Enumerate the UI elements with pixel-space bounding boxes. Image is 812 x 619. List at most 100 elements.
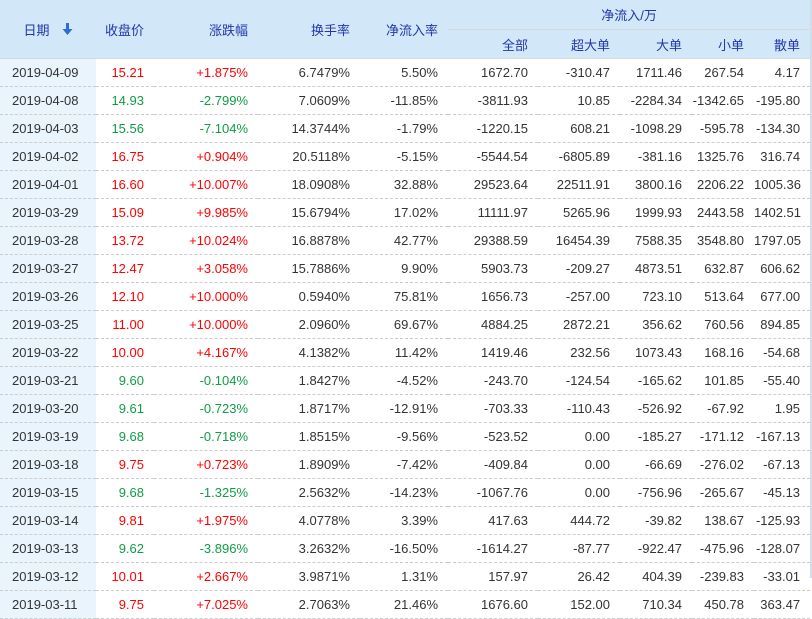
cell-turnover-rate: 15.6794% [258, 199, 360, 227]
table-row: 2019-04-03 15.56 -7.104% 14.3744% -1.79%… [0, 115, 810, 143]
cell-net-inflow-small: -595.78 [692, 115, 754, 143]
cell-date: 2019-03-12 [0, 563, 96, 591]
cell-net-inflow-large: 723.10 [620, 283, 692, 311]
cell-date: 2019-03-19 [0, 423, 96, 451]
cell-close-price: 16.75 [96, 143, 154, 171]
cell-net-inflow-large: 1999.93 [620, 199, 692, 227]
cell-net-inflow-large: -39.82 [620, 507, 692, 535]
cell-close-price: 10.01 [96, 563, 154, 591]
cell-net-inflow-all: 5903.73 [448, 255, 538, 283]
cell-net-inflow-rate: -9.56% [360, 423, 448, 451]
cell-close-price: 9.61 [96, 395, 154, 423]
cell-close-price: 9.75 [96, 591, 154, 619]
cell-net-inflow-super-large: 22511.91 [538, 171, 620, 199]
cell-net-inflow-retail: 606.62 [754, 255, 810, 283]
cell-net-inflow-retail: 4.17 [754, 59, 810, 87]
cell-net-inflow-large: -185.27 [620, 423, 692, 451]
cell-net-inflow-small: 632.87 [692, 255, 754, 283]
cell-net-inflow-small: 450.78 [692, 591, 754, 619]
cell-close-price: 11.00 [96, 311, 154, 339]
cell-net-inflow-rate: 3.39% [360, 507, 448, 535]
cell-net-inflow-all: -3811.93 [448, 87, 538, 115]
cell-net-inflow-retail: -125.93 [754, 507, 810, 535]
cell-net-inflow-small: 168.16 [692, 339, 754, 367]
cell-net-inflow-large: -2284.34 [620, 87, 692, 115]
cell-net-inflow-super-large: 16454.39 [538, 227, 620, 255]
cell-change-percent: +7.025% [154, 591, 258, 619]
cell-net-inflow-all: 11111.97 [448, 199, 538, 227]
cell-date: 2019-04-01 [0, 171, 96, 199]
cell-net-inflow-small: -239.83 [692, 563, 754, 591]
cell-date: 2019-03-11 [0, 591, 96, 619]
table-header: 日期 收盘价 涨跌幅 换手率 净流入率 净流入/万 全部 超大单 [0, 0, 810, 59]
column-header-large[interactable]: 大单 [620, 30, 692, 59]
cell-change-percent: -7.104% [154, 115, 258, 143]
cell-net-inflow-retail: -195.80 [754, 87, 810, 115]
cell-date: 2019-03-15 [0, 479, 96, 507]
cell-net-inflow-small: -1342.65 [692, 87, 754, 115]
cell-close-price: 9.68 [96, 479, 154, 507]
cell-turnover-rate: 1.8515% [258, 423, 360, 451]
cell-net-inflow-super-large: 608.21 [538, 115, 620, 143]
cell-turnover-rate: 7.0609% [258, 87, 360, 115]
cell-net-inflow-large: -756.96 [620, 479, 692, 507]
cell-net-inflow-super-large: 0.00 [538, 451, 620, 479]
cell-net-inflow-rate: 9.90% [360, 255, 448, 283]
cell-date: 2019-03-21 [0, 367, 96, 395]
cell-net-inflow-all: 4884.25 [448, 311, 538, 339]
cell-net-inflow-super-large: 26.42 [538, 563, 620, 591]
cell-net-inflow-rate: -11.85% [360, 87, 448, 115]
column-header-super-large[interactable]: 超大单 [538, 30, 620, 59]
cell-date: 2019-03-28 [0, 227, 96, 255]
cell-net-inflow-retail: 316.74 [754, 143, 810, 171]
cell-change-percent: -0.723% [154, 395, 258, 423]
cell-change-percent: +10.024% [154, 227, 258, 255]
cell-net-inflow-rate: 5.50% [360, 59, 448, 87]
cell-change-percent: +0.904% [154, 143, 258, 171]
column-header-retail[interactable]: 散单 [754, 30, 810, 59]
cell-net-inflow-super-large: -257.00 [538, 283, 620, 311]
cell-date: 2019-04-02 [0, 143, 96, 171]
table-row: 2019-03-25 11.00 +10.000% 2.0960% 69.67%… [0, 311, 810, 339]
cell-close-price: 9.62 [96, 535, 154, 563]
column-header-turnover[interactable]: 换手率 [258, 0, 360, 59]
column-header-date[interactable]: 日期 [0, 0, 96, 59]
cell-turnover-rate: 2.7063% [258, 591, 360, 619]
column-header-small[interactable]: 小单 [692, 30, 754, 59]
cell-net-inflow-all: 29388.59 [448, 227, 538, 255]
cell-turnover-rate: 1.8909% [258, 451, 360, 479]
column-header-inflow-rate[interactable]: 净流入率 [360, 0, 448, 59]
cell-change-percent: +1.975% [154, 507, 258, 535]
table-row: 2019-04-09 15.21 +1.875% 6.7479% 5.50% 1… [0, 59, 810, 87]
cell-net-inflow-rate: -5.15% [360, 143, 448, 171]
table-row: 2019-03-18 9.75 +0.723% 1.8909% -7.42% -… [0, 451, 810, 479]
cell-net-inflow-small: 3548.80 [692, 227, 754, 255]
cell-turnover-rate: 16.8878% [258, 227, 360, 255]
column-header-close[interactable]: 收盘价 [96, 0, 154, 59]
table-row: 2019-03-21 9.60 -0.104% 1.8427% -4.52% -… [0, 367, 810, 395]
cell-net-inflow-super-large: 232.56 [538, 339, 620, 367]
cell-net-inflow-large: 404.39 [620, 563, 692, 591]
cell-net-inflow-retail: -128.07 [754, 535, 810, 563]
table-row: 2019-04-08 14.93 -2.799% 7.0609% -11.85%… [0, 87, 810, 115]
column-header-all[interactable]: 全部 [448, 30, 538, 59]
cell-turnover-rate: 18.0908% [258, 171, 360, 199]
cell-close-price: 15.09 [96, 199, 154, 227]
cell-net-inflow-small: 101.85 [692, 367, 754, 395]
cell-net-inflow-super-large: -110.43 [538, 395, 620, 423]
table-row: 2019-03-11 9.75 +7.025% 2.7063% 21.46% 1… [0, 591, 810, 619]
column-header-change[interactable]: 涨跌幅 [154, 0, 258, 59]
cell-change-percent: +3.058% [154, 255, 258, 283]
cell-change-percent: +10.000% [154, 311, 258, 339]
cell-net-inflow-all: -703.33 [448, 395, 538, 423]
cell-change-percent: +1.875% [154, 59, 258, 87]
cell-turnover-rate: 6.7479% [258, 59, 360, 87]
cell-net-inflow-rate: 1.31% [360, 563, 448, 591]
cell-close-price: 15.56 [96, 115, 154, 143]
cell-date: 2019-03-14 [0, 507, 96, 535]
cell-net-inflow-rate: 21.46% [360, 591, 448, 619]
cell-net-inflow-all: 417.63 [448, 507, 538, 535]
table-row: 2019-04-02 16.75 +0.904% 20.5118% -5.15%… [0, 143, 810, 171]
cell-net-inflow-large: -526.92 [620, 395, 692, 423]
cell-net-inflow-small: 138.67 [692, 507, 754, 535]
